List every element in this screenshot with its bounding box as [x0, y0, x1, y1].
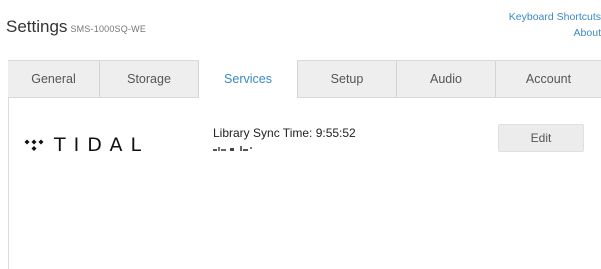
settings-tabs: General Storage Services Setup Audio Acc…	[8, 60, 601, 98]
page-title: Settings SMS-1000SQ-WE	[6, 17, 146, 37]
edit-button[interactable]: Edit	[498, 124, 584, 152]
tab-account[interactable]: Account	[496, 61, 601, 97]
tab-general[interactable]: General	[8, 61, 100, 97]
tab-services[interactable]: Services	[199, 60, 298, 98]
header-links: Keyboard Shortcuts About	[509, 9, 601, 41]
tab-storage[interactable]: Storage	[100, 61, 199, 97]
redacted-account-name	[213, 146, 252, 151]
tidal-logo: TIDAL	[24, 134, 149, 156]
tidal-wordmark: TIDAL	[54, 134, 150, 156]
tab-setup[interactable]: Setup	[298, 61, 397, 97]
library-sync-time: Library Sync Time: 9:55:52	[213, 126, 356, 140]
page-title-text: Settings	[6, 17, 68, 36]
tidal-diamonds-icon	[24, 139, 44, 151]
device-model: SMS-1000SQ-WE	[70, 24, 147, 34]
header: Settings SMS-1000SQ-WE Keyboard Shortcuts…	[0, 0, 601, 56]
about-link[interactable]: About	[509, 25, 601, 41]
tab-audio[interactable]: Audio	[397, 61, 496, 97]
services-panel: TIDAL Library Sync Time: 9:55:52 Edit	[8, 98, 601, 269]
keyboard-shortcuts-link[interactable]: Keyboard Shortcuts	[509, 9, 601, 25]
